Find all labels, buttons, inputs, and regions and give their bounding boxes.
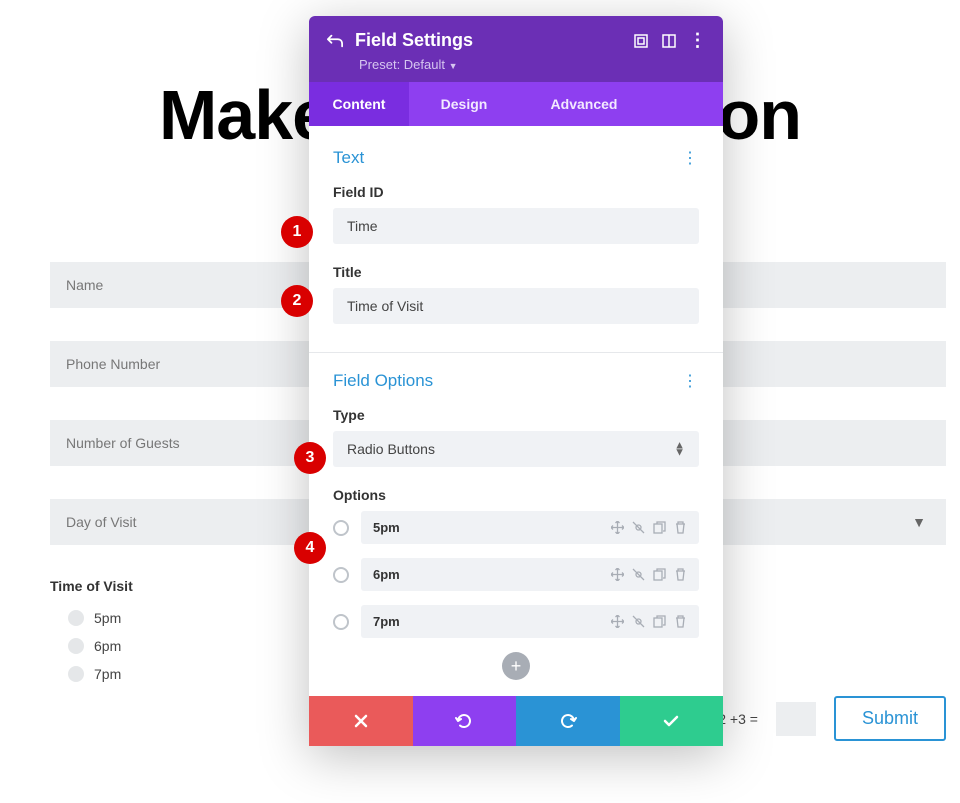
- copy-icon[interactable]: [653, 568, 666, 581]
- type-select[interactable]: [333, 431, 699, 467]
- chevron-down-icon: ▼: [912, 514, 926, 530]
- chevron-down-icon: ▼: [449, 61, 458, 71]
- tab-advanced[interactable]: Advanced: [519, 82, 649, 126]
- option-input[interactable]: 7pm: [361, 605, 699, 638]
- move-icon[interactable]: [611, 568, 624, 581]
- options-label: Options: [333, 487, 699, 503]
- option-row: 7pm: [333, 605, 699, 638]
- preset-selector[interactable]: Preset: Default ▼: [359, 57, 705, 72]
- option-row: 5pm: [333, 511, 699, 544]
- option-actions: [611, 568, 687, 581]
- option-radio[interactable]: [333, 567, 349, 583]
- field-settings-modal: Field Settings ⋮ Preset: Default ▼ Conte…: [309, 16, 723, 746]
- modal-footer: [309, 696, 723, 746]
- option-actions: [611, 615, 687, 628]
- undo-button[interactable]: [413, 696, 517, 746]
- more-icon[interactable]: ⋮: [689, 33, 705, 49]
- move-icon[interactable]: [611, 521, 624, 534]
- type-label: Type: [333, 407, 699, 423]
- section-more-icon[interactable]: ⋮: [682, 148, 699, 168]
- tab-design[interactable]: Design: [409, 82, 519, 126]
- copy-icon[interactable]: [653, 521, 666, 534]
- field-id-input[interactable]: [333, 208, 699, 244]
- layout-icon[interactable]: [661, 33, 677, 49]
- submit-button[interactable]: Submit: [834, 696, 946, 741]
- callout-2: 2: [281, 285, 313, 317]
- save-button[interactable]: [620, 696, 724, 746]
- option-radio[interactable]: [333, 614, 349, 630]
- radio-label: 5pm: [94, 610, 121, 626]
- link-icon[interactable]: [632, 568, 645, 581]
- option-radio[interactable]: [333, 520, 349, 536]
- link-icon[interactable]: [632, 615, 645, 628]
- modal-title: Field Settings: [355, 30, 621, 51]
- section-title-options: Field Options: [333, 371, 433, 391]
- option-input[interactable]: 6pm: [361, 558, 699, 591]
- modal-header: Field Settings ⋮ Preset: Default ▼: [309, 16, 723, 82]
- modal-body: Text ⋮ Field ID Title Field Options ⋮ Ty…: [309, 126, 723, 696]
- title-label: Title: [333, 264, 699, 280]
- copy-icon[interactable]: [653, 615, 666, 628]
- expand-icon[interactable]: [633, 33, 649, 49]
- field-id-label: Field ID: [333, 184, 699, 200]
- move-icon[interactable]: [611, 615, 624, 628]
- option-input[interactable]: 5pm: [361, 511, 699, 544]
- cancel-button[interactable]: [309, 696, 413, 746]
- title-input[interactable]: [333, 288, 699, 324]
- add-option-button[interactable]: +: [502, 652, 530, 680]
- trash-icon[interactable]: [674, 521, 687, 534]
- captcha-area: 12 +3 = Submit: [710, 696, 946, 741]
- option-row: 6pm: [333, 558, 699, 591]
- section-more-icon[interactable]: ⋮: [682, 371, 699, 391]
- modal-tabs: Content Design Advanced: [309, 82, 723, 126]
- tab-content[interactable]: Content: [309, 82, 409, 126]
- back-icon[interactable]: [327, 33, 343, 49]
- captcha-input[interactable]: [776, 702, 816, 736]
- callout-4: 4: [294, 532, 326, 564]
- option-text: 6pm: [373, 567, 400, 582]
- radio-icon: [68, 610, 84, 626]
- trash-icon[interactable]: [674, 568, 687, 581]
- divider: [309, 352, 723, 353]
- link-icon[interactable]: [632, 521, 645, 534]
- section-title-text: Text: [333, 148, 364, 168]
- trash-icon[interactable]: [674, 615, 687, 628]
- day-field-label: Day of Visit: [66, 514, 137, 530]
- radio-icon: [68, 666, 84, 682]
- callout-1: 1: [281, 216, 313, 248]
- option-text: 5pm: [373, 520, 400, 535]
- radio-icon: [68, 638, 84, 654]
- callout-3: 3: [294, 442, 326, 474]
- option-text: 7pm: [373, 614, 400, 629]
- option-actions: [611, 521, 687, 534]
- radio-label: 6pm: [94, 638, 121, 654]
- redo-button[interactable]: [516, 696, 620, 746]
- radio-label: 7pm: [94, 666, 121, 682]
